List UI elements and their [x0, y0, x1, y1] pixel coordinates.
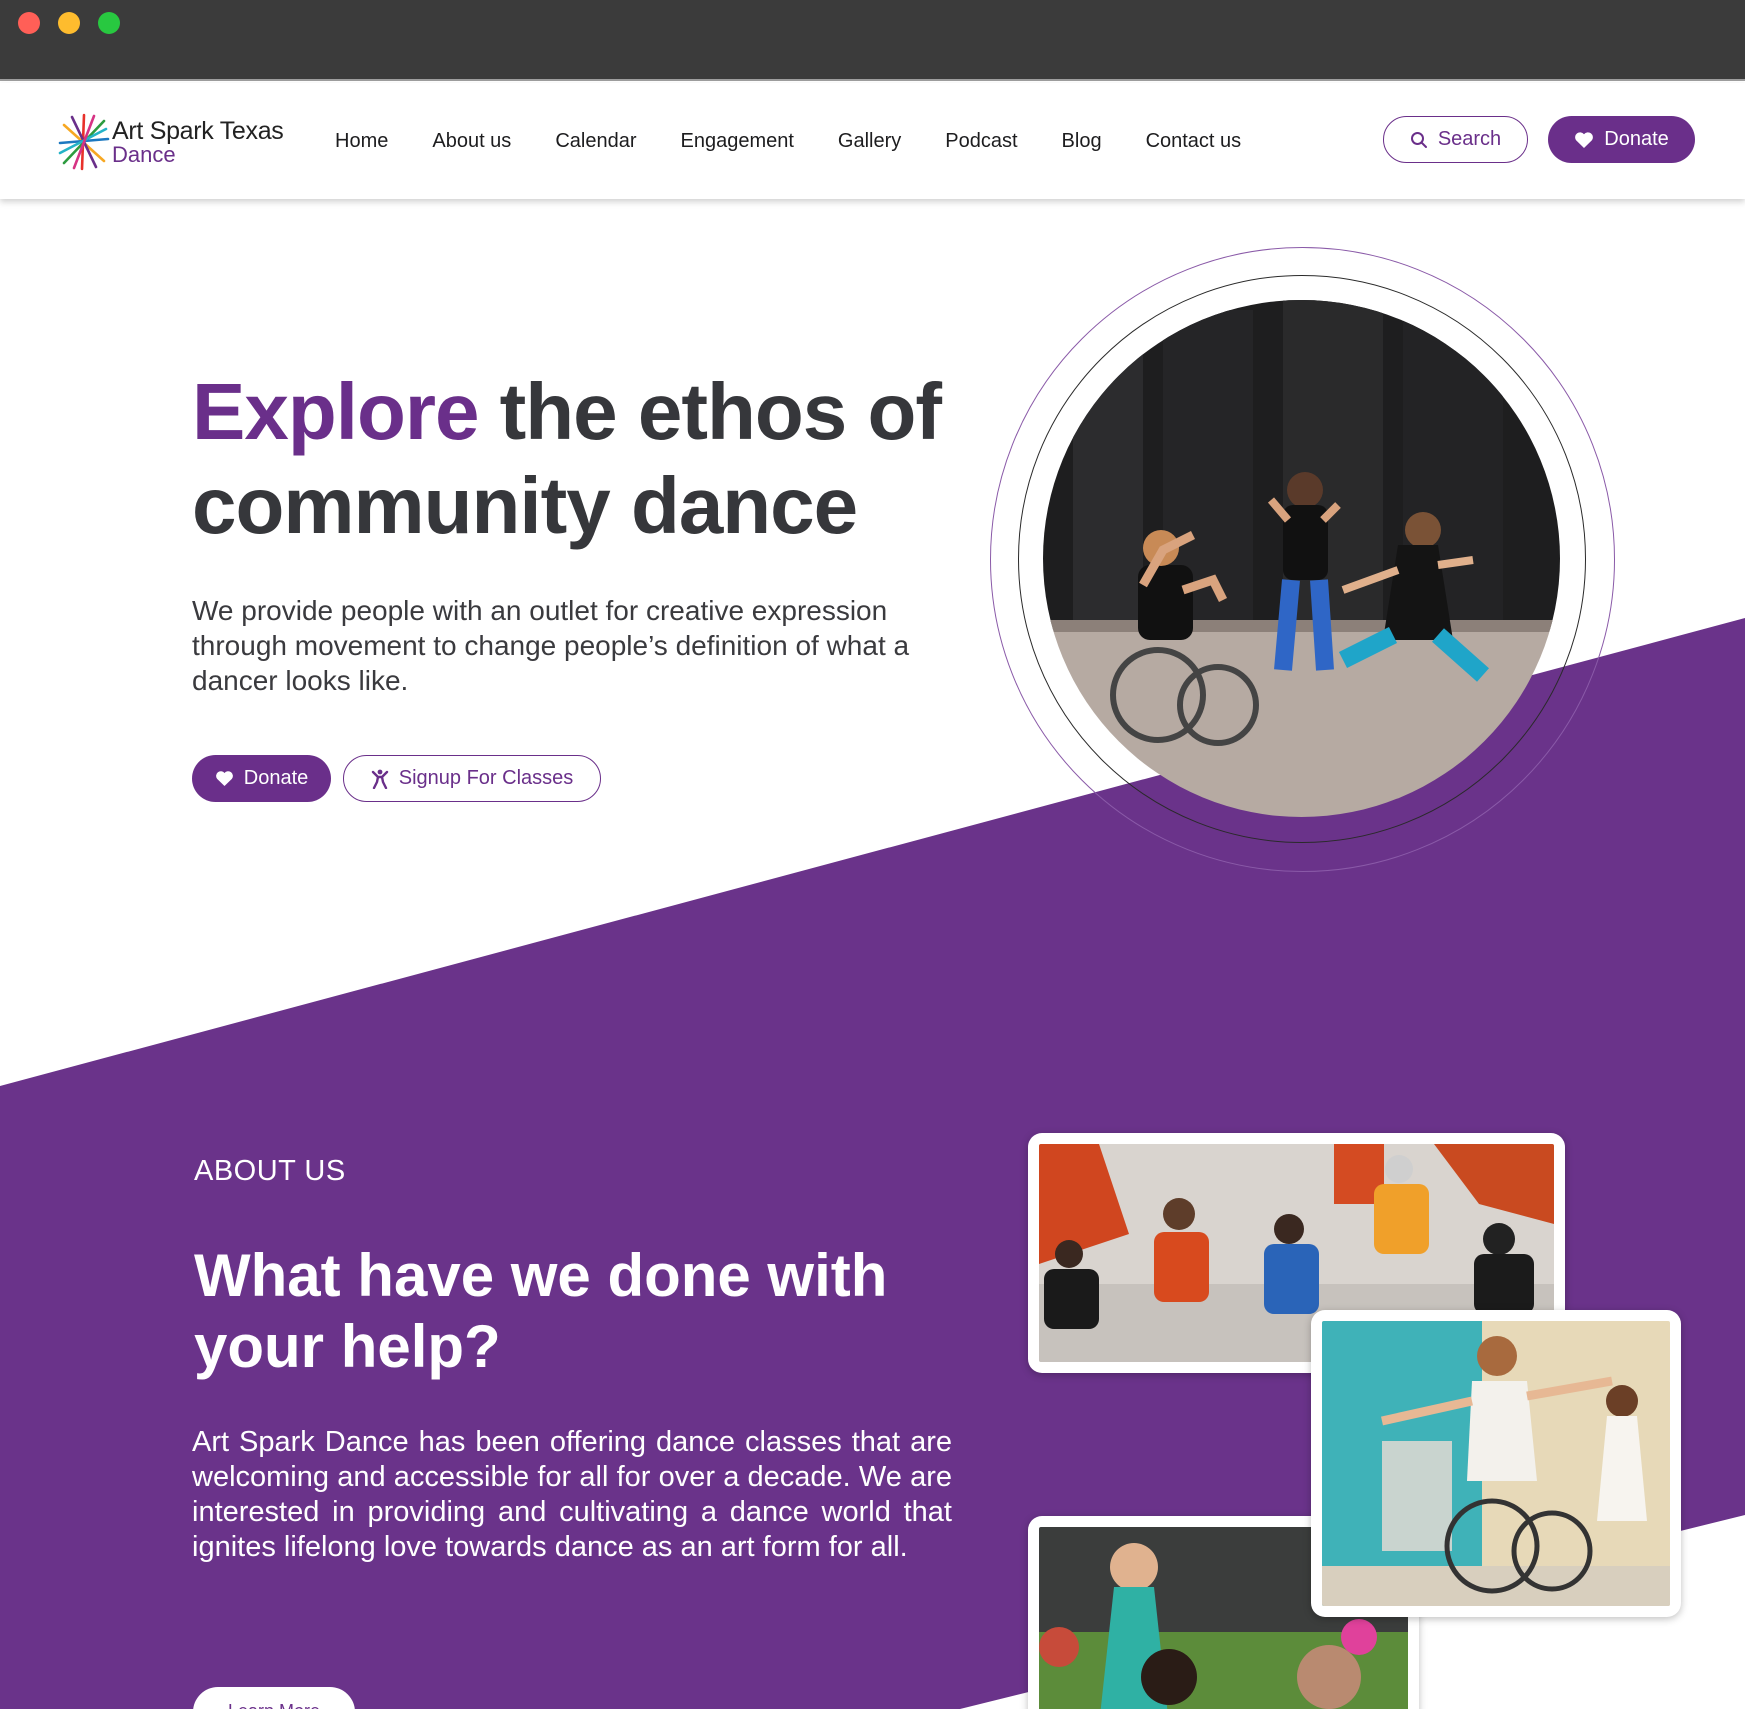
search-icon — [1410, 131, 1427, 148]
hero-title-accent: Explore — [192, 367, 479, 456]
search-button[interactable]: Search — [1383, 116, 1528, 163]
hero-description: We provide people with an outlet for cre… — [192, 595, 910, 696]
nav-contact-us[interactable]: Contact us — [1146, 130, 1242, 153]
nav-engagement[interactable]: Engagement — [680, 130, 793, 153]
nav-home[interactable]: Home — [335, 130, 388, 153]
dancer-icon — [371, 769, 388, 789]
signup-classes-button[interactable]: Signup For Classes — [343, 755, 601, 802]
about-title: What have we done with your help? — [194, 1242, 888, 1380]
donate-nav-label: Donate — [1604, 128, 1669, 150]
donate-nav-button[interactable]: Donate — [1548, 116, 1695, 163]
main-navigation: Home About us Calendar Engagement Galler… — [335, 83, 1285, 199]
hero-ring-inner — [1018, 275, 1586, 843]
heart-icon — [215, 771, 233, 787]
nav-gallery[interactable]: Gallery — [838, 130, 901, 153]
brand-subname: Dance — [112, 142, 176, 167]
signup-classes-label: Signup For Classes — [398, 767, 574, 789]
hero-donate-label: Donate — [243, 767, 309, 789]
nav-blog[interactable]: Blog — [1062, 130, 1102, 153]
nav-podcast[interactable]: Podcast — [945, 130, 1017, 153]
nav-about-us[interactable]: About us — [432, 130, 511, 153]
search-button-label: Search — [1437, 128, 1502, 150]
learn-more-button[interactable]: Learn More — [193, 1687, 355, 1709]
about-kicker: ABOUT US — [194, 1155, 346, 1187]
brand-logo[interactable]: Art Spark Texas Dance — [58, 111, 288, 173]
nav-calendar[interactable]: Calendar — [555, 130, 636, 153]
spark-logo-icon — [58, 113, 110, 171]
hero-donate-button[interactable]: Donate — [192, 755, 331, 802]
about-text: Art Spark Dance has been offering dance … — [192, 1426, 952, 1563]
gallery-photo-wheelchair — [1311, 1310, 1681, 1617]
site-navbar: Art Spark Texas Dance Home About us Cale… — [0, 83, 1745, 199]
hero-title: Explore the ethos of community dance — [192, 365, 972, 553]
heart-icon — [1575, 131, 1594, 148]
